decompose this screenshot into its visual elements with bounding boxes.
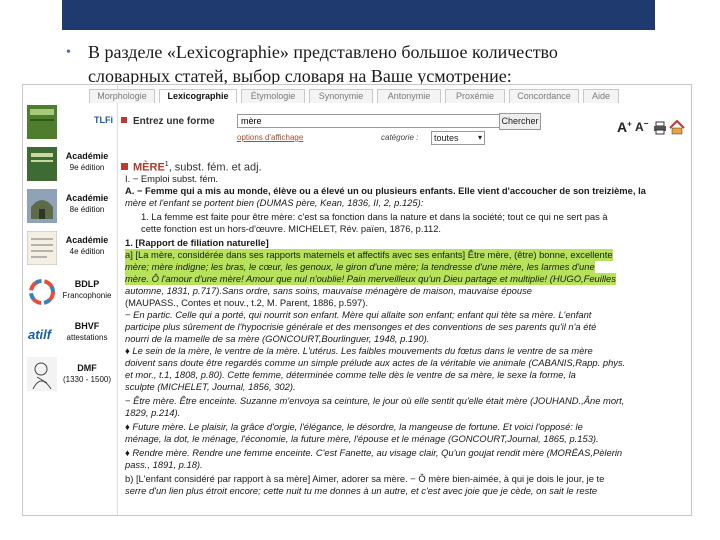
categorie-select[interactable]: toutes ▾ [431,131,485,145]
sidebar-label-bhvf: BHVF [74,321,100,331]
article-line: I. − Emploi subst. fém. [125,173,219,184]
sidebar-sub-bhvf: attestations [66,333,108,342]
search-area: Entrez une forme Chercher options d'affi… [121,109,687,151]
article-line: serre d'un lien plus étroit encore; cett… [125,485,598,496]
article-line: et mor., t.1, 1808, p.80). Cette femme, … [125,369,576,380]
toolbar-icons: A+ A− [617,119,687,137]
tab-morphologie[interactable]: Morphologie [89,89,155,103]
slide-bullet: • В разделе «Lexicographie» представлено… [66,40,706,88]
sidebar-item-bdlp[interactable]: BDLP Francophonie [25,273,115,313]
article-line: mère et l'enfant se portent bien (DUMAS … [125,197,424,208]
tab-aide[interactable]: Aide [583,89,619,103]
tab-bar: Morphologie Lexicographie Étymologie Syn… [89,89,619,103]
home-icon[interactable] [669,120,685,135]
article-line: ♦ Future mère. Le plaisir, la grâce d'or… [125,421,583,432]
sidebar-label-academie-4: Académie [65,235,109,245]
bullet-dot-icon: • [66,45,71,60]
tab-antonymie[interactable]: Antonymie [377,89,441,103]
article-line: 1829, p.214). [125,407,181,418]
article-line: mère. Ô l'amour d'une mère! Amour que nu… [125,273,616,285]
sidebar-label-dmf: DMF [77,363,97,373]
article-line: doivent sans doute être regardés comme u… [125,357,626,368]
screenshot-frame: TLFi Académie 9e édition Académie 8e éditi… [22,84,692,516]
options-affichage-link[interactable]: options d'affichage [237,133,303,142]
article-line: sculpte (MICHELET, Journal, 1856, 302). [125,381,296,392]
bdlp-ring-icon [29,279,55,305]
dictionary-sidebar: TLFi Académie 9e édition Académie 8e éditi… [23,85,118,515]
sidebar-label-academie-9: Académie [65,151,109,161]
red-square-icon [121,117,127,123]
search-input[interactable] [237,114,501,128]
article-line: nourri de la mamelle de sa mère (GONCOUR… [125,333,430,344]
article-line: mère; mère indigne; les bras, le cœur, l… [125,261,595,273]
chevron-down-icon: ▾ [477,133,482,142]
tab-concordance[interactable]: Concordance [509,89,579,103]
sidebar-sub-academie-8: 8e édition [69,205,105,214]
article-line: ♦ Rendre mère. Rendre une femme enceinte… [125,447,623,458]
bhvf-logo-icon: atilf [28,327,53,342]
article-line: cette fonction est un hors-d'œuvre. MICH… [141,223,442,234]
sidebar-label-tlfi: TLFi [94,115,113,125]
tab-synonymie[interactable]: Synonymie [309,89,373,103]
article-line: − En partic. Celle qui a porté, qui nour… [125,309,592,320]
font-increase-icon[interactable]: A+ [617,119,632,135]
article-headword: MÈRE1, subst. fém. et adj. [121,159,262,174]
article-line: 1. La femme est faite pour être mère: c'… [141,211,608,222]
sidebar-item-academie-8[interactable]: Académie 8e édition [25,189,115,229]
article-line: automne, 1831, p.717).Sans ordre, sans s… [125,285,533,296]
academie-8-dome-icon [27,189,57,223]
article-line: 1. [Rapport de filiation naturelle] [125,237,269,248]
print-icon[interactable] [653,121,667,135]
sidebar-label-academie-8: Académie [65,193,109,203]
red-square-icon [121,162,128,170]
sidebar-item-academie-4[interactable]: Académie 4e édition [25,231,115,271]
sidebar-item-dmf[interactable]: DMF (1330 - 1500) [25,357,115,397]
svg-text:atilf: atilf [28,327,53,342]
sidebar-item-bhvf[interactable]: atilf BHVF attestations [25,315,115,355]
entree-label: Entrez une forme [121,116,215,127]
categorie-label: catégorie : [381,133,419,142]
bullet-line-1: В разделе «Lexicographie» представлено б… [88,42,558,62]
dmf-sketch-icon [27,357,57,391]
sidebar-sub-dmf: (1330 - 1500) [62,375,112,384]
tab-proxemie[interactable]: Proxémie [445,89,505,103]
slide-title-bar [62,0,655,30]
tab-lexicographie[interactable]: Lexicographie [159,89,237,103]
tab-etymologie[interactable]: Étymologie [241,89,305,103]
article-line: (MAUPASS., Contes et nouv., t.2, M. Pare… [125,297,368,308]
article-body: MÈRE1, subst. fém. et adj. I. − Emploi s… [121,159,687,515]
article-line: pass., 1891, p.18). [125,459,203,470]
academie-9-book-icon [27,147,57,181]
sidebar-item-tlfi[interactable]: TLFi [25,105,115,145]
article-line: participe plus sûrement de l'hypocrisie … [125,321,597,332]
sidebar-sub-academie-4: 4e édition [69,247,105,256]
article-line: ménage, la dot, le ménage, l'économie, l… [125,433,599,444]
sidebar-item-academie-9[interactable]: Académie 9e édition [25,147,115,187]
article-line: ♦ Le sein de la mère, le ventre de la mè… [125,345,593,356]
article-line: − Être mère. Être enceinte. Suzanne m'en… [125,395,625,406]
academie-4-page-icon [27,231,57,265]
sidebar-sub-academie-9: 9e édition [69,163,105,172]
font-decrease-icon[interactable]: A− [635,119,648,134]
sidebar-label-bdlp: BDLP [74,279,100,289]
article-line: a] [La mère, considérée dans ses rapport… [125,249,613,261]
chercher-button[interactable]: Chercher [499,113,541,130]
article-line: A. − Femme qui a mis au monde, élève ou … [125,185,646,196]
tlfi-book-icon [27,105,57,139]
sidebar-sub-bdlp: Francophonie [62,291,112,300]
article-line: b) [L'enfant considéré par rapport à sa … [125,473,605,484]
